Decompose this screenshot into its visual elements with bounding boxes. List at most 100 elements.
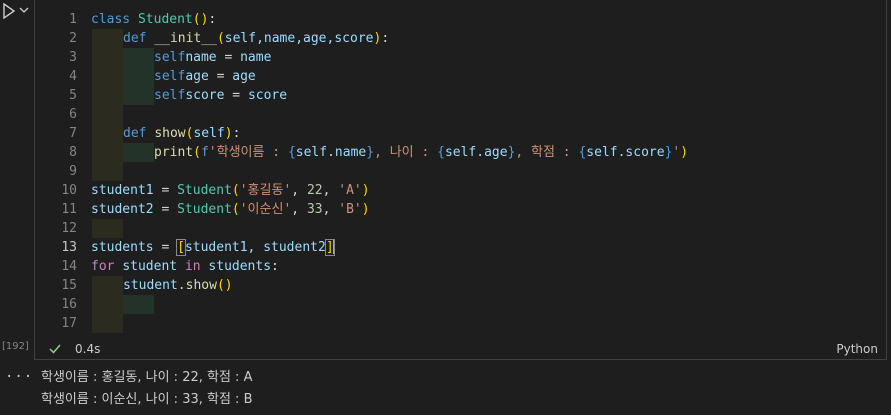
string: '홍길동': [239, 183, 292, 198]
value: score: [247, 88, 288, 103]
class-name: Student: [177, 202, 232, 217]
line-number: 12: [61, 221, 77, 236]
indent-guide: [92, 276, 123, 295]
code-line[interactable]: 2 def __init__(self,name,age,score):: [35, 29, 886, 48]
value: name: [240, 50, 272, 65]
line-number: 16: [61, 297, 77, 312]
comma: ,: [322, 202, 339, 217]
indent-guide: [92, 124, 123, 143]
code-line[interactable]: 9: [35, 162, 886, 181]
code-cell[interactable]: 1 class Student(): 2 def __init__(self,n…: [34, 0, 887, 360]
indent-guide: [92, 105, 123, 124]
line-number: 17: [61, 316, 77, 331]
code-line[interactable]: 14 for student in students:: [35, 257, 886, 276]
execution-count: [192]: [2, 341, 29, 352]
keyword: for: [91, 259, 115, 274]
cell-status-bar: 0.4s Python: [35, 339, 886, 359]
fstring-prefix: f: [200, 145, 209, 160]
self-keyword: self: [154, 69, 186, 84]
dot: .: [177, 278, 186, 293]
code-line[interactable]: 3 selfname = name: [35, 48, 886, 67]
line-number: 8: [69, 145, 77, 160]
line-number: 1: [69, 12, 77, 27]
variable: students: [91, 240, 154, 255]
variable: student: [122, 259, 178, 274]
code-line-current[interactable]: 13 students = [student1, student2]: [35, 238, 886, 257]
indent-guide: [123, 295, 154, 314]
paren: ): [361, 202, 370, 217]
code-line[interactable]: 5 selfscore = score: [35, 86, 886, 105]
line-number: 15: [61, 278, 77, 293]
params: self: [193, 126, 225, 141]
line-number: 5: [69, 88, 77, 103]
variable: students: [208, 259, 272, 274]
string: , 나이 :: [374, 145, 438, 160]
string: 'B': [338, 202, 362, 217]
paren: ): [361, 183, 370, 198]
function-name: show: [185, 278, 217, 293]
line-number: 7: [69, 126, 77, 141]
expression: self.name: [295, 145, 367, 160]
output-line: 학생이름 : 홍길동, 나이 : 22, 학점 : A: [41, 370, 253, 385]
brace: }: [366, 145, 375, 160]
code-editor[interactable]: 1 class Student(): 2 def __init__(self,n…: [35, 10, 886, 339]
code-line[interactable]: 15 student.show(): [35, 276, 886, 295]
indent-guide: [92, 295, 123, 314]
line-number: 4: [69, 69, 77, 84]
colon: :: [381, 31, 390, 46]
indent-guide: [92, 86, 123, 105]
variable: student2: [91, 202, 154, 217]
comma: ,: [322, 183, 339, 198]
code-line[interactable]: 7 def show(self):: [35, 124, 886, 143]
more-icon[interactable]: ···: [5, 369, 33, 385]
indent-guide: [92, 162, 123, 181]
cell-toolbar: [0, 0, 34, 30]
code-line[interactable]: 12: [35, 219, 886, 238]
indent-guide: [92, 48, 123, 67]
text-cursor: [332, 239, 335, 254]
execution-time: 0.4s: [75, 342, 101, 356]
paren: (: [231, 183, 240, 198]
code-line[interactable]: 16: [35, 295, 886, 314]
string: 학생이름 :: [216, 145, 288, 160]
code-line[interactable]: 10 student1 = Student('홍길동', 22, 'A'): [35, 181, 886, 200]
brace: {: [287, 145, 296, 160]
code-line[interactable]: 1 class Student():: [35, 10, 886, 29]
line-number: 2: [69, 31, 77, 46]
indent-guide: [92, 143, 123, 162]
string: ': [208, 145, 217, 160]
code-line[interactable]: 6: [35, 105, 886, 124]
line-number: 14: [61, 259, 77, 274]
paren: (): [216, 278, 233, 293]
language-selector[interactable]: Python: [836, 342, 878, 356]
chevron-down-icon[interactable]: [19, 5, 29, 15]
code-line[interactable]: 8 print(f'학생이름 : {self.name}, 나이 : {self…: [35, 143, 886, 162]
operator: =: [153, 240, 178, 255]
attribute: score: [185, 88, 225, 103]
run-icon[interactable]: [2, 3, 16, 19]
operator: =: [153, 183, 178, 198]
self-keyword: self: [154, 88, 186, 103]
indent-guide: [92, 67, 123, 86]
output-line: 학생이름 : 이순신, 나이 : 33, 학점 : B: [41, 392, 253, 407]
indent-guide: [123, 86, 154, 105]
line-number: 3: [69, 50, 77, 65]
class-name: Student: [177, 183, 232, 198]
line-number: 9: [69, 164, 77, 179]
number: 22: [306, 183, 323, 198]
code-line[interactable]: 4 selfage = age: [35, 67, 886, 86]
string: '이순신': [239, 202, 292, 217]
list-items: student1, student2: [184, 240, 326, 255]
number: 33: [306, 202, 323, 217]
self-keyword: self: [154, 50, 186, 65]
code-line[interactable]: 17: [35, 314, 886, 333]
function-name: print: [154, 145, 194, 160]
paren: (): [192, 12, 209, 27]
code-line[interactable]: 11 student2 = Student('이순신', 33, 'B'): [35, 200, 886, 219]
attribute: age: [185, 69, 209, 84]
variable: student1: [91, 183, 154, 198]
attribute: name: [185, 50, 217, 65]
paren: ): [680, 145, 689, 160]
brace: {: [437, 145, 445, 160]
operator: =: [208, 69, 233, 84]
